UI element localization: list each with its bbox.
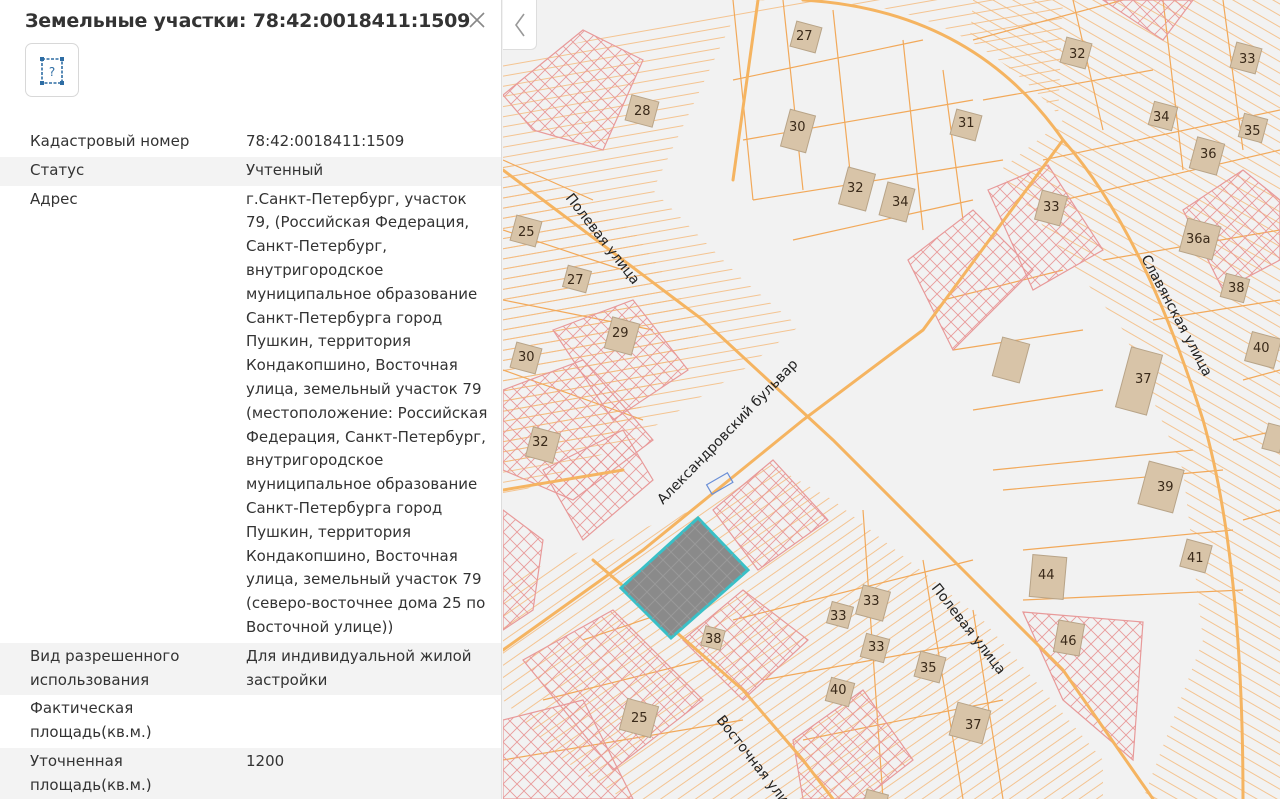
- row-value: Для индивидуальной жилой застройки: [246, 646, 472, 689]
- parcel-number: 35: [920, 661, 937, 676]
- parcel-number: 34: [1153, 110, 1170, 125]
- row-label: Фактическая площадь(кв.м.): [30, 699, 152, 742]
- parcel-number: 25: [631, 711, 648, 726]
- parcel-number: 38: [1228, 281, 1245, 296]
- chevron-left-icon: [515, 13, 525, 37]
- parcel-number: 28: [634, 104, 651, 119]
- parcel-number: 39: [1157, 480, 1174, 495]
- info-glyph: ?: [49, 65, 55, 79]
- parcel-number: 32: [847, 181, 864, 196]
- row-value: 1200: [246, 751, 285, 770]
- parcel-number: 36: [1200, 147, 1217, 162]
- table-row: Уточненная площадь(кв.м.) 1200: [0, 747, 501, 799]
- parcel-number: 30: [518, 350, 535, 365]
- parcel-number: 27: [567, 273, 584, 288]
- parcel-number: 40: [830, 683, 847, 698]
- parcel-number: 31: [958, 116, 975, 131]
- parcel-number: 33: [868, 640, 885, 655]
- row-value: Учтенный: [246, 160, 324, 179]
- parcel-info-button[interactable]: ?: [25, 43, 79, 97]
- close-button[interactable]: [465, 8, 489, 32]
- table-row: Адрес г.Санкт-Петербург, участок 79, (Ро…: [0, 186, 501, 643]
- parcel-number: 35: [1244, 124, 1261, 139]
- parcel-number: 46: [1060, 634, 1077, 649]
- row-value: [216, 695, 501, 748]
- table-row: Фактическая площадь(кв.м.): [0, 695, 501, 748]
- parcel-number: 36а: [1186, 232, 1211, 247]
- parcel-number: 32: [532, 435, 549, 450]
- parcel-info-icon: ?: [40, 57, 64, 85]
- row-value: г.Санкт-Петербург, участок 79, (Российск…: [246, 189, 488, 636]
- parcel-number: 41: [1187, 551, 1204, 566]
- parcel-number: 29: [612, 326, 629, 341]
- table-row: Статус Учтенный: [0, 156, 501, 186]
- row-label: Вид разрешенного использования: [30, 646, 180, 689]
- parcel-number: 33: [1043, 200, 1060, 215]
- parcel-number: 32: [1069, 47, 1086, 62]
- map-canvas[interactable]: 27 32 33 28 30 31 34 35 36 32 34 33 36а …: [503, 0, 1280, 799]
- attributes-table: Кадастровый номер 78:42:0018411:1509 Ста…: [0, 128, 501, 799]
- close-icon: [469, 12, 485, 28]
- parcel-number: 33: [830, 609, 847, 624]
- parcel-number: 34: [892, 195, 909, 210]
- parcel-number: 25: [518, 225, 535, 240]
- parcel-number: 30: [789, 120, 806, 135]
- row-label: Кадастровый номер: [30, 132, 190, 150]
- collapse-panel-button[interactable]: [503, 0, 537, 50]
- parcel-number: 37: [965, 718, 982, 733]
- parcel-number: 44: [1038, 568, 1055, 583]
- info-panel: Земельные участки: 78:42:0018411:1509 ? …: [0, 0, 502, 799]
- parcel-number: 33: [1239, 52, 1256, 67]
- map-view[interactable]: 27 32 33 28 30 31 34 35 36 32 34 33 36а …: [503, 0, 1280, 799]
- parcel-number: 37: [1135, 372, 1152, 387]
- panel-title: Земельные участки: 78:42:0018411:1509: [25, 10, 471, 32]
- row-label: Статус: [30, 160, 85, 179]
- row-label: Адрес: [30, 189, 78, 208]
- parcel-number: 27: [796, 29, 813, 44]
- parcel-number: 40: [1253, 341, 1270, 356]
- table-row: Кадастровый номер 78:42:0018411:1509: [0, 128, 501, 157]
- row-label: Уточненная площадь(кв.м.): [30, 751, 152, 794]
- table-row: Вид разрешенного использования Для индив…: [0, 642, 501, 696]
- parcel-number: 33: [863, 594, 880, 609]
- row-value: 78:42:0018411:1509: [246, 132, 405, 150]
- parcel-number: 38: [705, 632, 722, 647]
